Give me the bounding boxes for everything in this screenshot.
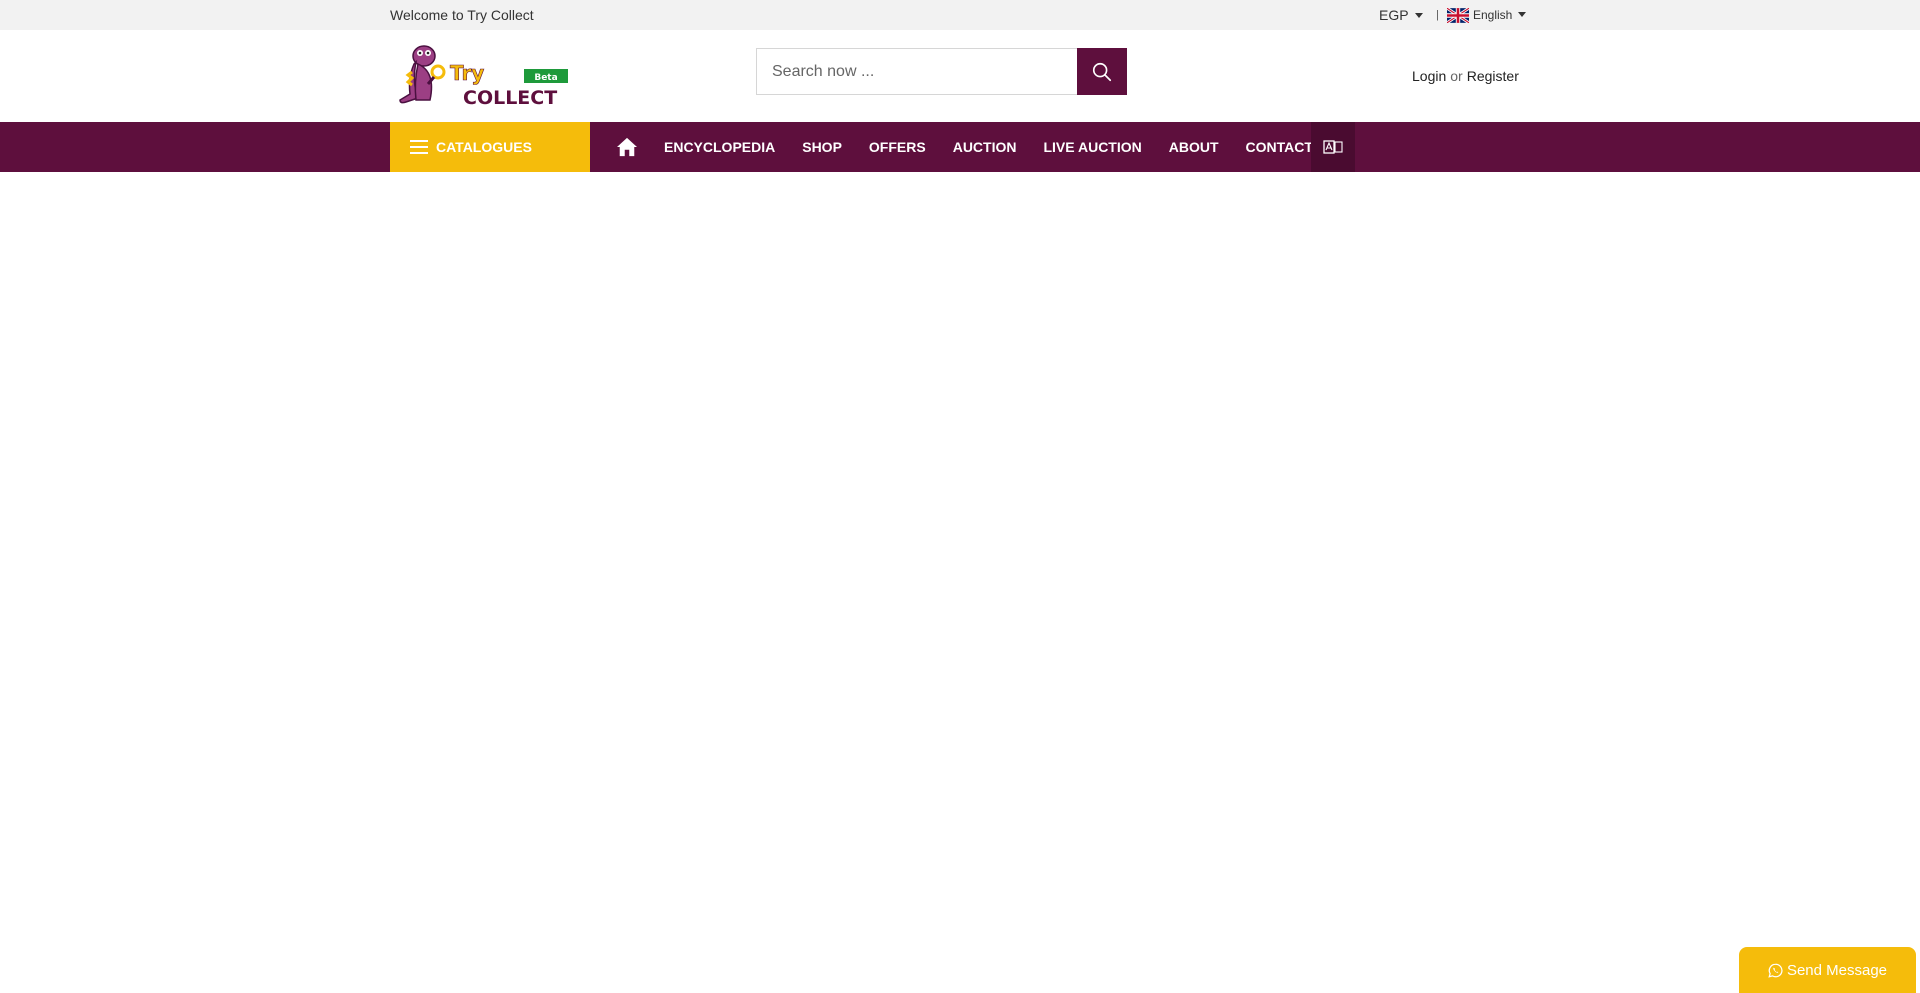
top-bar: Welcome to Try Collect EGP | English	[0, 0, 1920, 30]
logo-collect-text: COLLECT	[463, 87, 557, 108]
search-button[interactable]	[1077, 48, 1127, 95]
login-link[interactable]: Login	[1412, 68, 1446, 84]
send-message-button[interactable]: Send Message	[1739, 947, 1916, 993]
nav-item-auction[interactable]: AUCTION	[953, 139, 1017, 155]
logo-try-text: Try	[450, 61, 484, 85]
home-link[interactable]	[614, 122, 640, 172]
nav-item-offers[interactable]: OFFERS	[869, 139, 926, 155]
main-navigation: CATALOGUES ENCYCLOPEDIA SHOP OFFERS AUCT…	[0, 122, 1920, 172]
logo-beta-badge: Beta	[534, 73, 557, 83]
whatsapp-icon	[1768, 963, 1783, 978]
nav-item-shop[interactable]: SHOP	[802, 139, 842, 155]
nav-item-encyclopedia[interactable]: ENCYCLOPEDIA	[664, 139, 775, 155]
topbar-separator: |	[1436, 9, 1439, 21]
auth-or-text: or	[1450, 68, 1463, 84]
search-input[interactable]	[756, 48, 1077, 95]
language-selector[interactable]: English	[1447, 0, 1527, 30]
welcome-text: Welcome to Try Collect	[390, 7, 534, 23]
translate-icon	[1323, 140, 1343, 154]
currency-selector[interactable]: EGP	[1379, 0, 1423, 30]
search-bar	[756, 48, 1127, 95]
register-link[interactable]: Register	[1467, 68, 1519, 84]
language-toggle-button[interactable]	[1311, 122, 1355, 172]
nav-item-contact[interactable]: CONTACT	[1246, 139, 1313, 155]
auth-links: Login or Register	[1412, 30, 1519, 122]
send-message-label: Send Message	[1786, 961, 1888, 979]
chevron-down-icon	[1414, 12, 1423, 18]
catalogues-button[interactable]: CATALOGUES	[390, 122, 590, 172]
nav-item-about[interactable]: ABOUT	[1169, 139, 1219, 155]
nav-links: ENCYCLOPEDIA SHOP OFFERS AUCTION LIVE AU…	[614, 122, 1340, 172]
catalogues-label: CATALOGUES	[436, 139, 532, 155]
try-collect-logo[interactable]: Try COLLECT Beta	[396, 42, 572, 108]
language-label: English	[1473, 8, 1513, 22]
search-icon	[1092, 62, 1112, 81]
home-icon	[617, 137, 637, 157]
chevron-down-icon	[1518, 11, 1527, 17]
uk-flag-icon	[1447, 7, 1469, 23]
header: Try COLLECT Beta LoginorRegister	[0, 30, 1920, 122]
nav-item-live-auction[interactable]: LIVE AUCTION	[1043, 139, 1141, 155]
hamburger-icon	[410, 140, 428, 154]
currency-label: EGP	[1379, 7, 1409, 23]
